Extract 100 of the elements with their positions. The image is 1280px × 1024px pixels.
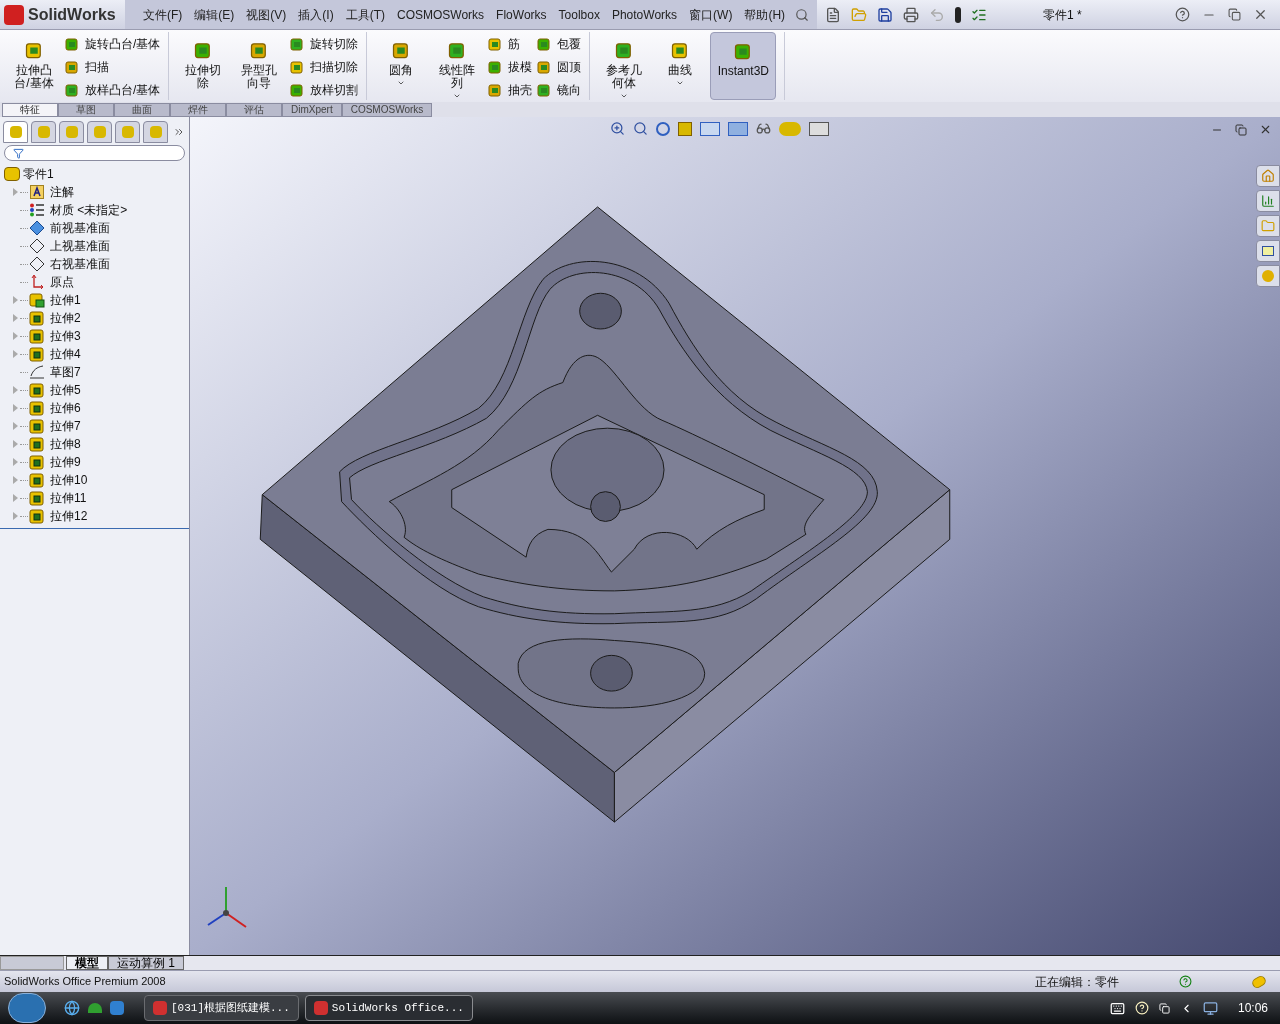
home-icon[interactable] [1256,165,1280,187]
tree-item[interactable]: 注解 [50,183,74,201]
close-icon[interactable] [1259,123,1272,136]
help-icon[interactable] [1175,7,1190,22]
ribbon-button[interactable]: 筋 [487,35,533,53]
ribbon-button[interactable]: 放样凸台/基体 [64,81,161,99]
new-document-icon[interactable] [825,6,842,23]
menu-item[interactable]: 窗口(W) [683,5,739,24]
taskbar-button[interactable]: [031]根据图纸建模... [144,995,299,1021]
ribbon-button[interactable]: 拔模 [487,58,533,76]
tree-item[interactable]: 拉伸12 [50,507,88,525]
tree-item[interactable]: 拉伸10 [50,471,88,489]
restore-icon[interactable] [1235,123,1247,136]
ribbon-button[interactable]: 参考几何体 [598,32,651,100]
panel-tab[interactable] [3,120,28,143]
menu-item[interactable]: FloWorks [490,5,553,24]
tree-item[interactable]: 拉伸4 [50,345,81,363]
graphics-viewport[interactable] [190,117,1280,955]
command-tab[interactable]: 曲面 [114,103,170,117]
menu-item[interactable]: 视图(V) [240,5,293,24]
ribbon-button[interactable]: 拉伸凸台/基体 [8,32,60,100]
ribbon-button[interactable]: 放样切割 [289,81,359,99]
expand-triangle-icon[interactable] [12,458,18,466]
tree-item[interactable]: 拉伸9 [50,453,81,471]
expand-triangle-icon[interactable] [12,350,18,358]
ribbon-button[interactable]: 圆顶 [536,58,582,76]
model-tab[interactable]: 运动算例 1 [108,956,184,970]
tree-item[interactable]: 拉伸11 [50,489,87,507]
tree-item[interactable]: 拉伸7 [50,417,81,435]
panel-tab[interactable] [87,120,112,143]
panel-tab[interactable] [115,120,140,143]
expand-triangle-icon[interactable] [12,188,18,196]
command-tab[interactable]: COSMOSWorks [341,103,433,117]
taskbar-button[interactable]: SolidWorks Office... [304,995,473,1021]
zoom-area-icon[interactable] [633,121,648,136]
open-folder-icon[interactable] [851,6,868,23]
model-tab[interactable]: 模型 [66,956,108,970]
filter-field[interactable] [4,145,185,161]
menu-item[interactable]: 插入(I) [292,5,340,24]
ribbon-button[interactable]: 抽壳 [487,81,533,99]
print-icon[interactable] [903,6,920,23]
menu-item[interactable]: PhotoWorks [605,5,684,24]
menu-item[interactable]: 帮助(H) [738,5,792,24]
tree-item[interactable]: 拉伸1 [50,291,81,309]
ribbon-button[interactable]: 曲线 [654,32,707,100]
expand-triangle-icon[interactable] [12,314,18,322]
ribbon-button[interactable]: 线性阵列 [431,32,484,100]
network-icon[interactable] [1202,1000,1218,1016]
expand-triangle-icon[interactable] [12,440,18,448]
expand-triangle-icon[interactable] [12,512,18,520]
chart-icon[interactable] [1256,190,1280,212]
command-tab[interactable]: DimXpert [282,103,342,117]
zoom-icon[interactable] [610,121,625,136]
tree-item[interactable]: 材质 <未指定> [50,201,128,219]
ribbon-button[interactable]: Instant3D [710,32,777,100]
ribbon-button[interactable]: 异型孔向导 [233,32,286,100]
restore-icon[interactable] [1228,8,1241,21]
command-tab[interactable]: 评估 [226,103,282,117]
ribbon-button[interactable]: 扫描切除 [289,58,359,76]
ribbon-button[interactable]: 拉伸切除 [177,32,230,100]
menu-item[interactable]: 文件(F) [137,5,189,24]
start-button[interactable] [8,993,46,1023]
tree-item[interactable]: 拉伸6 [50,399,81,417]
command-tab[interactable]: 焊件 [170,103,226,117]
glasses-icon[interactable] [756,121,771,136]
ribbon-button[interactable]: 扫描 [64,58,161,76]
save-icon[interactable] [877,6,894,23]
panel-tab[interactable] [31,120,56,143]
command-tab[interactable]: 草图 [58,103,114,117]
panel-tab[interactable] [143,120,168,143]
keyboard-icon[interactable] [1109,1000,1125,1016]
tree-item[interactable]: 零件1 [23,165,54,183]
language-bar-icon[interactable] [1158,1002,1170,1014]
tree-item[interactable]: 拉伸2 [50,309,81,327]
expand-triangle-icon[interactable] [12,494,18,502]
tree-item[interactable]: 前视基准面 [50,219,110,237]
view-palette-icon[interactable] [1256,240,1280,262]
tree-item[interactable]: 草图7 [50,363,81,381]
menu-item[interactable]: 编辑(E) [188,5,241,24]
panel-tab[interactable] [59,120,84,143]
tree-item[interactable]: 拉伸8 [50,435,81,453]
expand-triangle-icon[interactable] [12,332,18,340]
ribbon-button[interactable]: 旋转凸台/基体 [64,35,161,53]
tree-item[interactable]: 右视基准面 [50,255,110,273]
expand-triangle-icon[interactable] [12,386,18,394]
menu-item[interactable]: COSMOSWorks [391,5,491,24]
menu-item[interactable]: 工具(T) [339,5,391,24]
menu-item[interactable]: Toolbox [552,5,606,24]
tree-item[interactable]: 拉伸3 [50,327,81,345]
expand-triangle-icon[interactable] [12,404,18,412]
expand-triangle-icon[interactable] [12,422,18,430]
tree-item[interactable]: 上视基准面 [50,237,110,255]
ribbon-button[interactable]: 包覆 [536,35,582,53]
expand-triangle-icon[interactable] [12,296,18,304]
tree-item[interactable]: 原点 [50,273,74,291]
ribbon-button[interactable]: 镜向 [536,81,582,99]
search-icon[interactable] [795,7,810,22]
close-icon[interactable] [1253,7,1268,22]
ribbon-button[interactable]: 旋转切除 [289,35,359,53]
command-tab[interactable]: 特征 [2,103,58,117]
